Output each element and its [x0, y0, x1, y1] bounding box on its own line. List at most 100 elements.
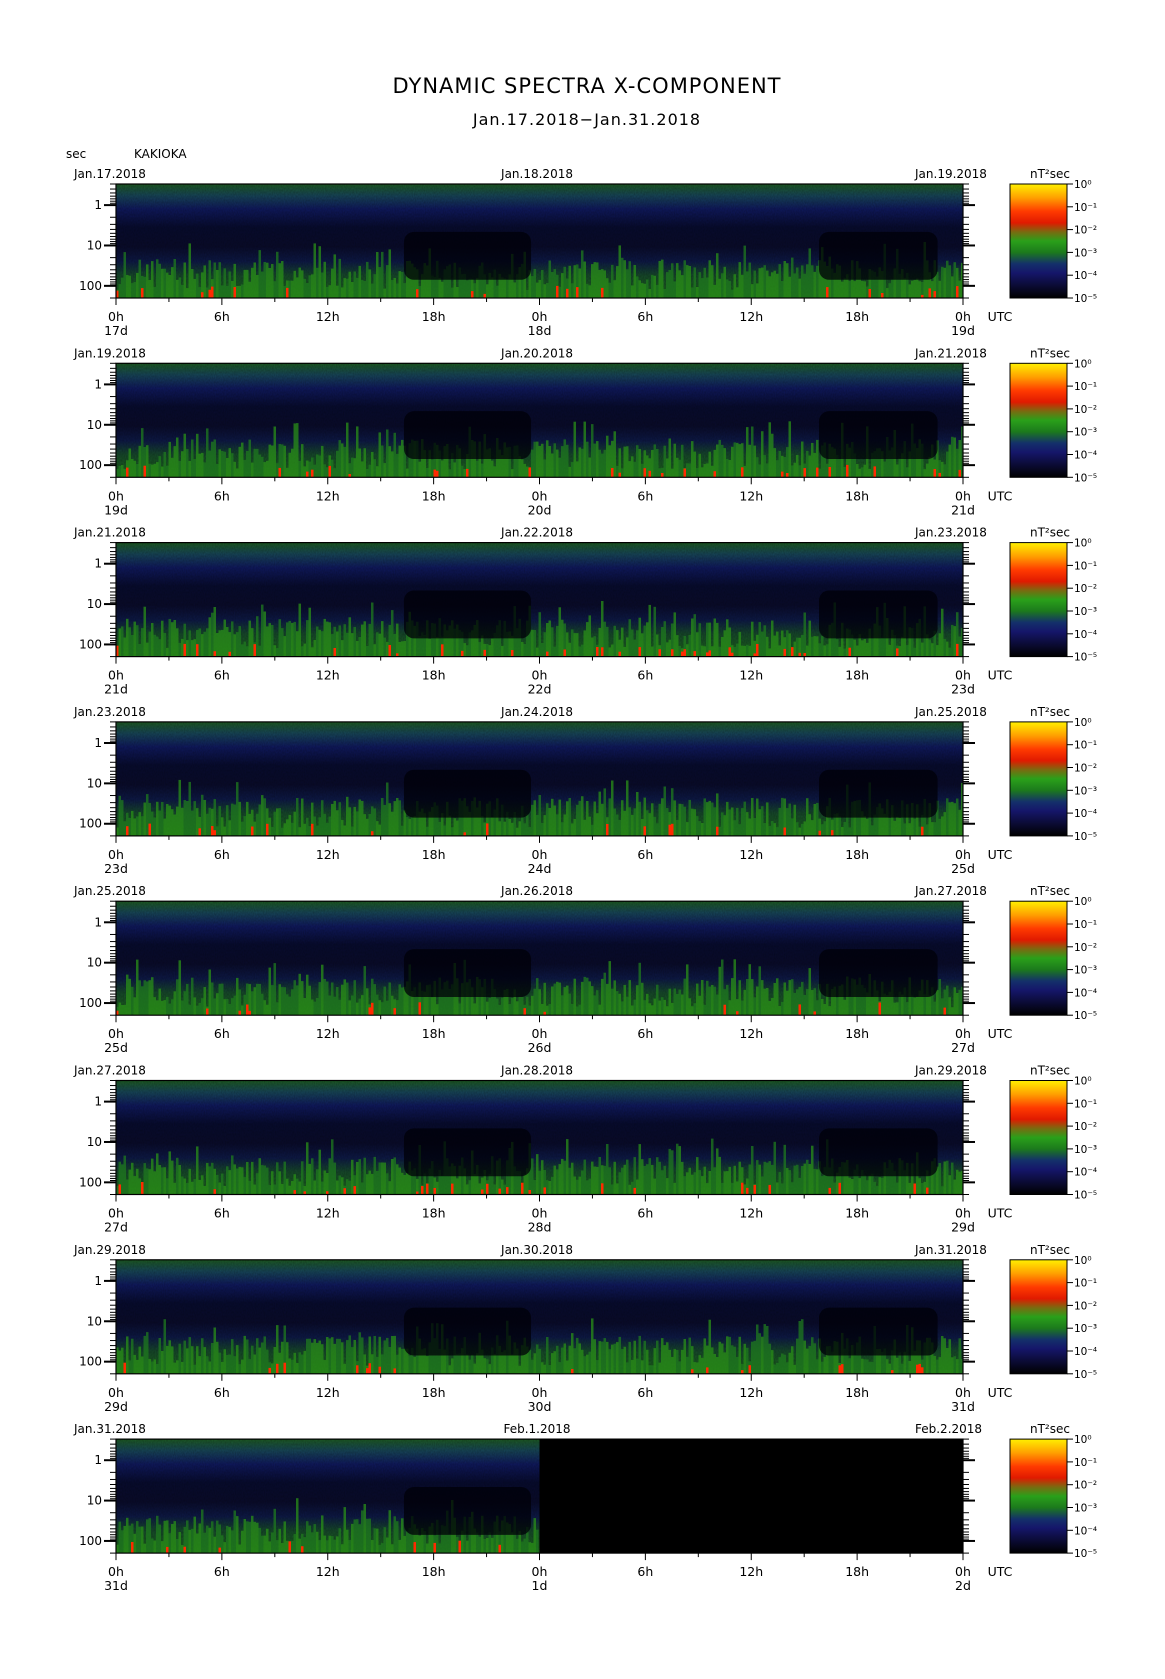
activity-column	[253, 1521, 256, 1554]
activity-column	[318, 817, 321, 836]
activity-column	[138, 1178, 141, 1195]
activity-column	[188, 460, 191, 478]
activity-column	[738, 980, 741, 1016]
activity-column	[266, 1004, 269, 1016]
activity-column	[161, 1167, 164, 1195]
activity-column	[236, 1345, 239, 1374]
activity-column	[191, 439, 194, 478]
activity-column	[611, 1184, 614, 1195]
activity-column	[316, 825, 319, 836]
activity-column	[118, 1350, 121, 1374]
activity-column	[871, 1173, 874, 1195]
x-tick-label: 0h	[108, 1206, 124, 1221]
activity-column	[696, 287, 699, 298]
activity-column	[576, 1179, 579, 1195]
activity-column	[241, 821, 244, 836]
activity-column	[543, 632, 546, 657]
colorbar-tick-label: 10⁻⁵	[1074, 1190, 1097, 1202]
activity-column	[243, 641, 246, 657]
activity-column	[143, 1335, 146, 1374]
activity-column	[861, 640, 864, 657]
activity-column	[491, 817, 494, 836]
activity-column	[483, 822, 486, 836]
activity-column	[661, 259, 664, 298]
activity-column	[146, 1168, 149, 1195]
power-peak	[846, 464, 849, 478]
power-peak	[868, 289, 871, 298]
activity-column	[558, 286, 561, 298]
activity-column	[776, 273, 779, 298]
activity-column	[241, 1005, 244, 1016]
x-tick-label: 12h	[316, 668, 340, 683]
activity-column	[248, 439, 251, 478]
activity-column	[631, 814, 634, 836]
activity-column	[643, 1000, 646, 1016]
activity-column	[653, 998, 656, 1016]
activity-column	[173, 1362, 176, 1374]
activity-column	[711, 1347, 714, 1374]
power-peak	[528, 1190, 531, 1195]
activity-column	[488, 1532, 491, 1554]
activity-column	[736, 643, 739, 657]
activity-column	[133, 1354, 136, 1374]
activity-column	[731, 289, 734, 298]
activity-column	[148, 1518, 151, 1554]
activity-column	[576, 804, 579, 836]
power-peak	[826, 287, 829, 298]
activity-column	[811, 265, 814, 298]
activity-column	[386, 265, 389, 298]
activity-column	[238, 626, 241, 657]
activity-column	[541, 1362, 544, 1374]
y-tick-label: 10	[87, 238, 102, 252]
activity-column	[523, 1174, 526, 1195]
activity-column	[376, 1356, 379, 1374]
activity-column	[628, 461, 631, 478]
activity-column	[148, 631, 151, 657]
x-tick-label: 12h	[739, 488, 763, 503]
activity-column	[761, 980, 764, 1016]
activity-column	[716, 444, 719, 478]
power-peak	[728, 647, 731, 657]
activity-column	[196, 433, 199, 478]
activity-column	[918, 826, 921, 836]
activity-column	[498, 1004, 501, 1016]
activity-column	[308, 275, 311, 298]
activity-column	[316, 267, 319, 298]
activity-column	[281, 1183, 284, 1195]
activity-column	[123, 1004, 126, 1016]
activity-column	[208, 450, 211, 478]
power-peak	[956, 643, 959, 657]
colorbar-tick-label: 10⁻²	[1074, 404, 1097, 416]
activity-column	[273, 1184, 276, 1195]
activity-column	[616, 1342, 619, 1374]
power-peak	[413, 1542, 416, 1554]
activity-column	[353, 627, 356, 657]
activity-column	[636, 276, 639, 298]
colorbar-tick-label: 10⁻²	[1074, 1121, 1097, 1133]
activity-column	[956, 448, 959, 478]
activity-column	[901, 1363, 904, 1374]
activity-column	[703, 1166, 706, 1195]
activity-column	[158, 263, 161, 298]
activity-column	[796, 989, 799, 1016]
activity-column	[556, 625, 559, 657]
activity-column	[178, 1343, 181, 1374]
activity-column	[583, 819, 586, 836]
activity-column	[646, 1349, 649, 1374]
colorbar-tick-label: 10⁻³	[1074, 247, 1097, 259]
activity-column	[618, 819, 621, 836]
activity-column	[246, 801, 249, 836]
activity-column	[278, 1171, 281, 1195]
power-peak	[131, 1542, 134, 1554]
activity-column	[581, 796, 584, 836]
activity-column	[773, 1364, 776, 1374]
activity-column	[773, 1141, 776, 1195]
x-tick-label: 18h	[422, 847, 446, 862]
activity-column	[703, 463, 706, 478]
activity-column	[651, 803, 654, 836]
activity-column	[728, 1000, 731, 1016]
activity-column	[543, 815, 546, 836]
activity-column	[771, 821, 774, 836]
power-peak	[816, 467, 819, 478]
activity-column	[318, 629, 321, 657]
